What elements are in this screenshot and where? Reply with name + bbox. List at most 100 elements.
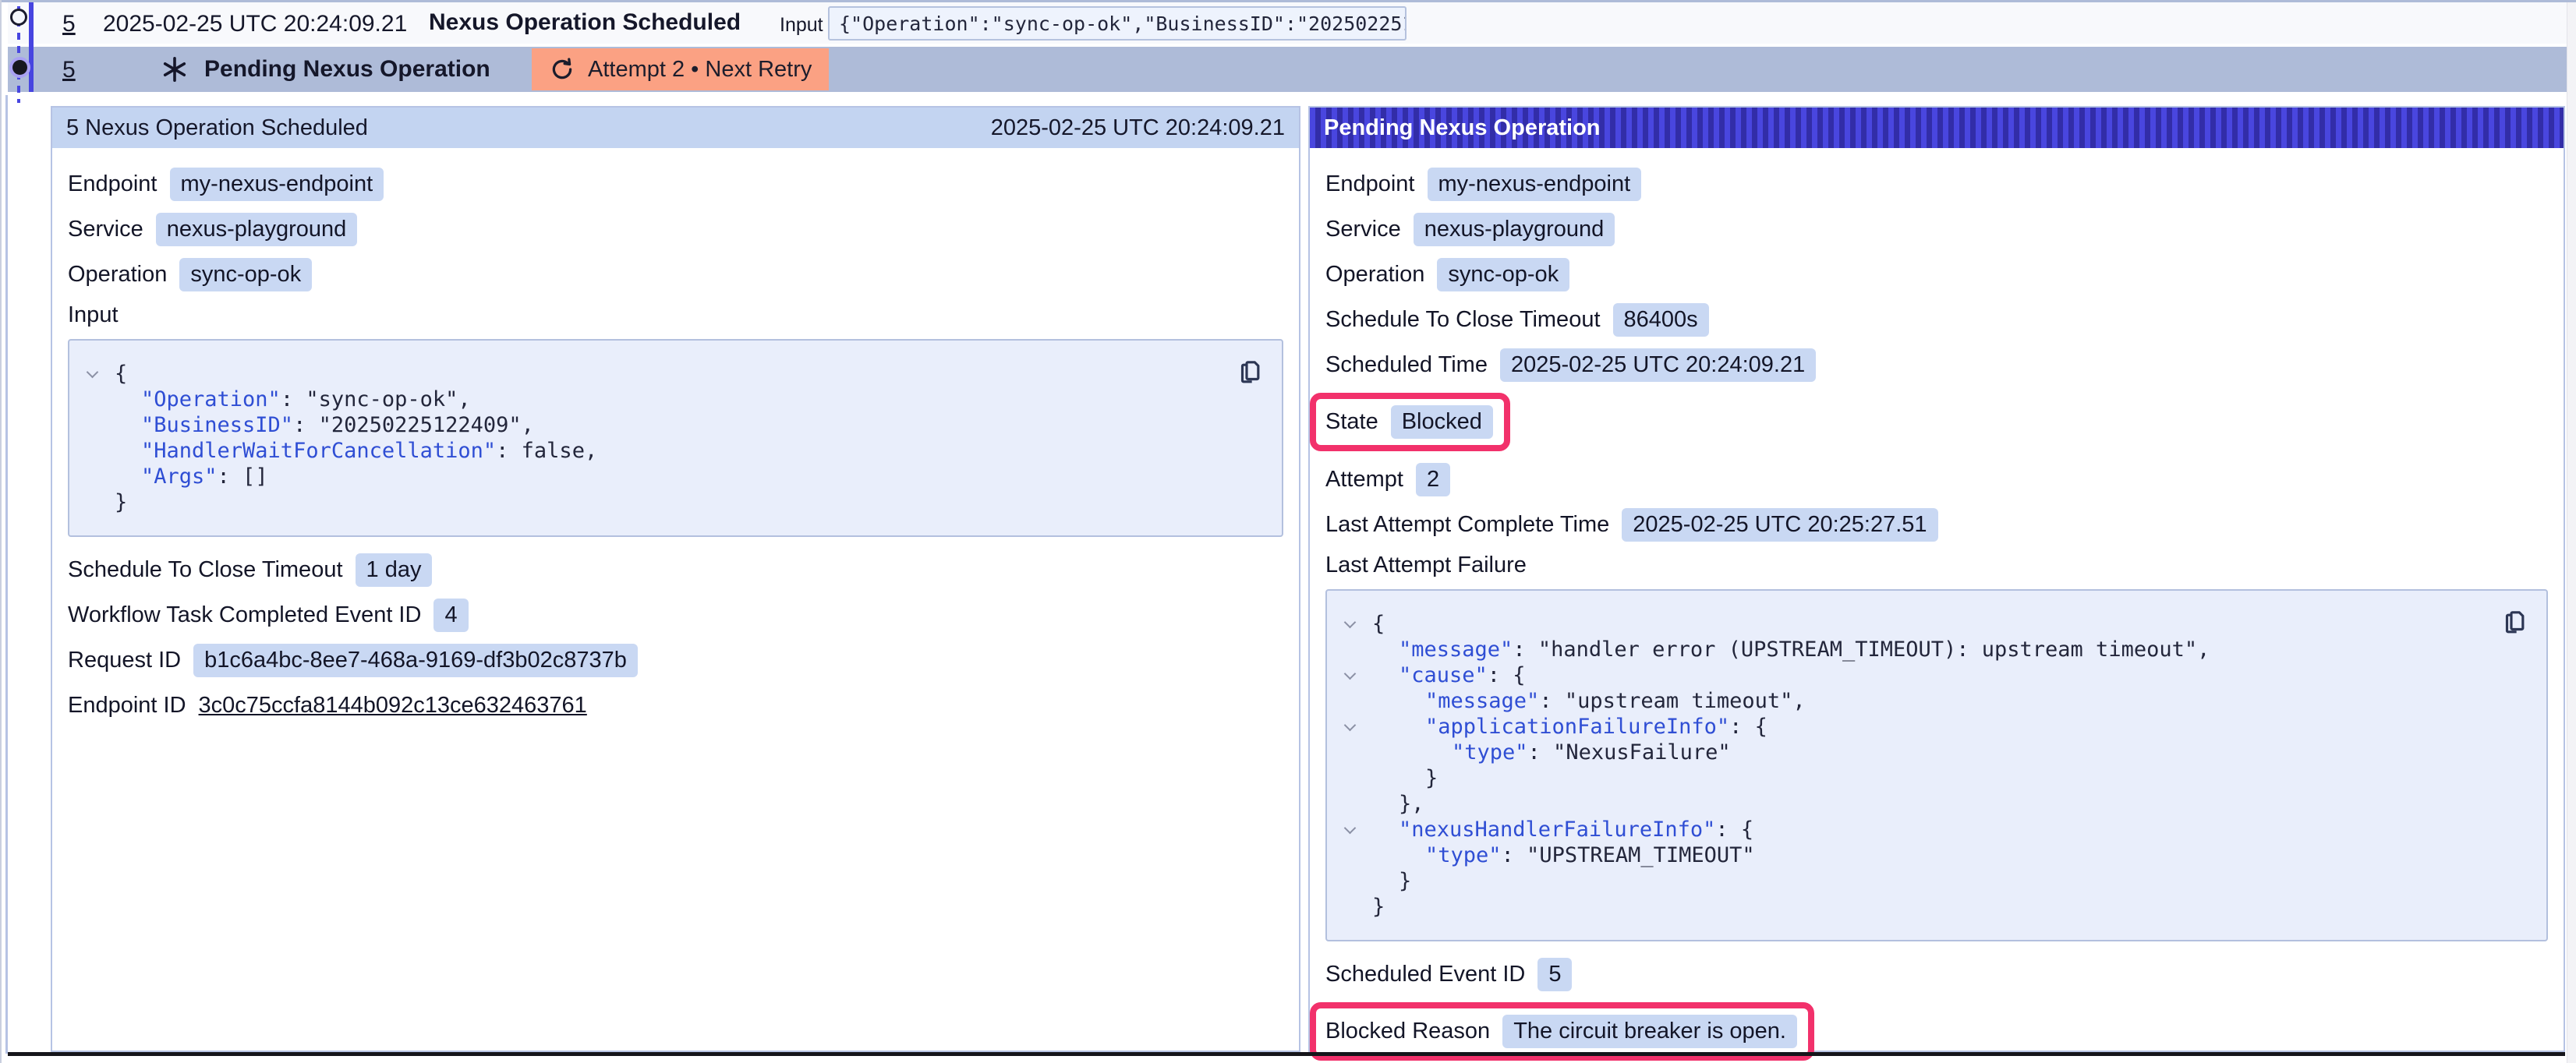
json-text: }: [1399, 869, 1411, 893]
detail-panel-left-border: [5, 95, 8, 1054]
event-row-nexus-operation-scheduled[interactable]: 5 2025-02-25 UTC 20:24:09.21 Nexus Opera…: [8, 2, 2567, 44]
chevron-down-icon[interactable]: [87, 366, 99, 379]
pending-fields-top: Endpointmy-nexus-endpoint Servicenexus-pl…: [1325, 167, 2548, 542]
copy-icon: [1234, 358, 1265, 389]
field-value-badge: my-nexus-endpoint: [170, 168, 384, 201]
field-row-scheduled-time: Scheduled Time2025-02-25 UTC 20:24:09.21: [1325, 348, 2548, 382]
copy-button[interactable]: [1232, 356, 1268, 392]
json-text: : false,: [496, 439, 597, 463]
field-label: Attempt: [1325, 467, 1403, 493]
timeline-node-active-icon: [12, 60, 27, 75]
field-row-schedule-to-close-timeout: Schedule To Close Timeout86400s: [1325, 302, 2548, 337]
field-value-badge: 2: [1416, 463, 1450, 496]
field-value-badge: 86400s: [1613, 303, 1709, 337]
json-key: "nexusHandlerFailureInfo": [1399, 818, 1715, 842]
chevron-down-icon[interactable]: [1344, 668, 1357, 680]
scheduled-fields-bottom: Schedule To Close Timeout 1 day Workflow T…: [68, 553, 1283, 722]
input-label: Input: [780, 14, 823, 37]
code-line: "nexusHandlerFailureInfo": {: [1336, 817, 2492, 842]
chevron-down-icon[interactable]: [1344, 616, 1357, 629]
code-line: }: [1336, 868, 2492, 894]
field-row-workflow-task-completed-event-id: Workflow Task Completed Event ID 4: [68, 598, 1283, 632]
field-value-badge: 5: [1537, 958, 1572, 991]
field-label: Schedule To Close Timeout: [68, 557, 343, 583]
json-key: "type": [1425, 843, 1502, 867]
field-value-badge: 4: [433, 599, 468, 632]
field-row-endpoint-id: Endpoint ID 3c0c75ccfa8144b092c13ce632463…: [68, 688, 1283, 722]
json-key: "message": [1425, 689, 1539, 713]
field-value-badge: 1 day: [356, 553, 433, 587]
json-text: : []: [218, 464, 268, 489]
code-line: "type": "NexusFailure": [1336, 740, 2492, 765]
json-key: "message": [1399, 637, 1513, 662]
code-line: "message": "handler error (UPSTREAM_TIME…: [1336, 637, 2492, 662]
last-attempt-failure-label: Last Attempt Failure: [1325, 553, 2548, 578]
scheduled-panel-time: 2025-02-25 UTC 20:24:09.21: [991, 115, 1285, 141]
json-text: }: [115, 490, 127, 514]
field-value-link[interactable]: 3c0c75ccfa8144b092c13ce632463761: [199, 693, 587, 719]
event-title: Pending Nexus Operation: [204, 56, 490, 83]
json-text: {: [1372, 612, 1385, 636]
code-line: "Operation": "sync-op-ok",: [79, 387, 1227, 412]
field-label: Operation: [68, 262, 167, 288]
json-text: : "UPSTREAM_TIMEOUT": [1502, 843, 1755, 867]
retry-icon: [549, 56, 575, 83]
code-line: "BusinessID": "20250225122409",: [79, 412, 1227, 438]
pending-operation-detail-panel: Pending Nexus Operation Endpointmy-nexus…: [1308, 106, 2565, 1052]
pending-panel-title: Pending Nexus Operation: [1324, 115, 1601, 141]
field-label: Blocked Reason: [1325, 1019, 1490, 1044]
code-line: {: [1336, 611, 2492, 637]
code-line: }: [79, 489, 1227, 515]
code-line: "Args": []: [79, 464, 1227, 489]
code-line: "HandlerWaitForCancellation": false,: [79, 438, 1227, 464]
field-row-state: StateBlocked: [1325, 393, 2548, 451]
detail-panel-bottom-rule: [8, 1052, 2565, 1056]
field-value-badge: The circuit breaker is open.: [1502, 1015, 1797, 1048]
json-text: : "NexusFailure": [1528, 740, 1731, 765]
field-row-service: Servicenexus-playground: [1325, 212, 2548, 246]
code-line: }: [1336, 765, 2492, 791]
field-value-badge: sync-op-ok: [1437, 258, 1569, 291]
json-key: "Args": [141, 464, 218, 489]
vertical-scrollbar[interactable]: [2567, 2, 2576, 1063]
field-label: Endpoint ID: [68, 693, 186, 719]
field-row-last-attempt-complete-time: Last Attempt Complete Time 2025-02-25 UTC…: [1325, 507, 2548, 542]
input-section-label: Input: [68, 302, 1283, 328]
failure-json-lines: {"message": "handler error (UPSTREAM_TIM…: [1336, 611, 2492, 920]
code-line: "type": "UPSTREAM_TIMEOUT": [1336, 842, 2492, 868]
json-key: "Operation": [141, 387, 281, 411]
scheduled-panel-title: 5 Nexus Operation Scheduled: [66, 115, 368, 141]
field-label: Workflow Task Completed Event ID: [68, 602, 421, 628]
json-text: : "handler error (UPSTREAM_TIMEOUT): ups…: [1513, 637, 2210, 662]
scheduled-event-detail-panel: 5 Nexus Operation Scheduled 2025-02-25 U…: [51, 106, 1300, 1052]
chevron-down-icon[interactable]: [1344, 719, 1357, 732]
left-border: [0, 0, 2, 1063]
json-text: },: [1399, 792, 1424, 816]
field-label: Operation: [1325, 262, 1424, 288]
input-preview-chip: {"Operation":"sync-op-ok","BusinessID":"…: [828, 6, 1407, 41]
failure-json-viewer: {"message": "handler error (UPSTREAM_TIM…: [1325, 589, 2548, 941]
field-value-badge: nexus-playground: [156, 213, 358, 246]
field-label: Scheduled Event ID: [1325, 962, 1525, 987]
event-row-pending-nexus-operation[interactable]: 5 Pending Nexus Operation Attempt 2 • Ne…: [8, 47, 2567, 92]
event-id-link[interactable]: 5: [62, 11, 76, 37]
copy-icon: [2499, 608, 2530, 639]
field-label: Last Attempt Complete Time: [1325, 512, 1609, 538]
copy-button[interactable]: [2496, 606, 2532, 642]
field-value-badge: 2025-02-25 UTC 20:25:27.51: [1622, 508, 1937, 542]
code-line: {: [79, 361, 1227, 387]
timeline-node-open-icon: [10, 9, 27, 26]
json-text: : "upstream timeout",: [1539, 689, 1805, 713]
field-label: Scheduled Time: [1325, 352, 1488, 378]
field-value-badge: Blocked: [1391, 405, 1493, 439]
field-row-scheduled-event-id: Scheduled Event ID 5: [1325, 957, 2548, 991]
event-id-link[interactable]: 5: [62, 57, 76, 83]
json-text: : {: [1715, 818, 1753, 842]
code-line: }: [1336, 894, 2492, 920]
json-text: : {: [1729, 715, 1767, 739]
chevron-down-icon[interactable]: [1344, 822, 1357, 835]
field-row-operation: Operation sync-op-ok: [1325, 257, 2548, 291]
json-text: : {: [1488, 663, 1526, 687]
field-row-endpoint: Endpointmy-nexus-endpoint: [1325, 167, 2548, 201]
field-label: Request ID: [68, 648, 181, 673]
